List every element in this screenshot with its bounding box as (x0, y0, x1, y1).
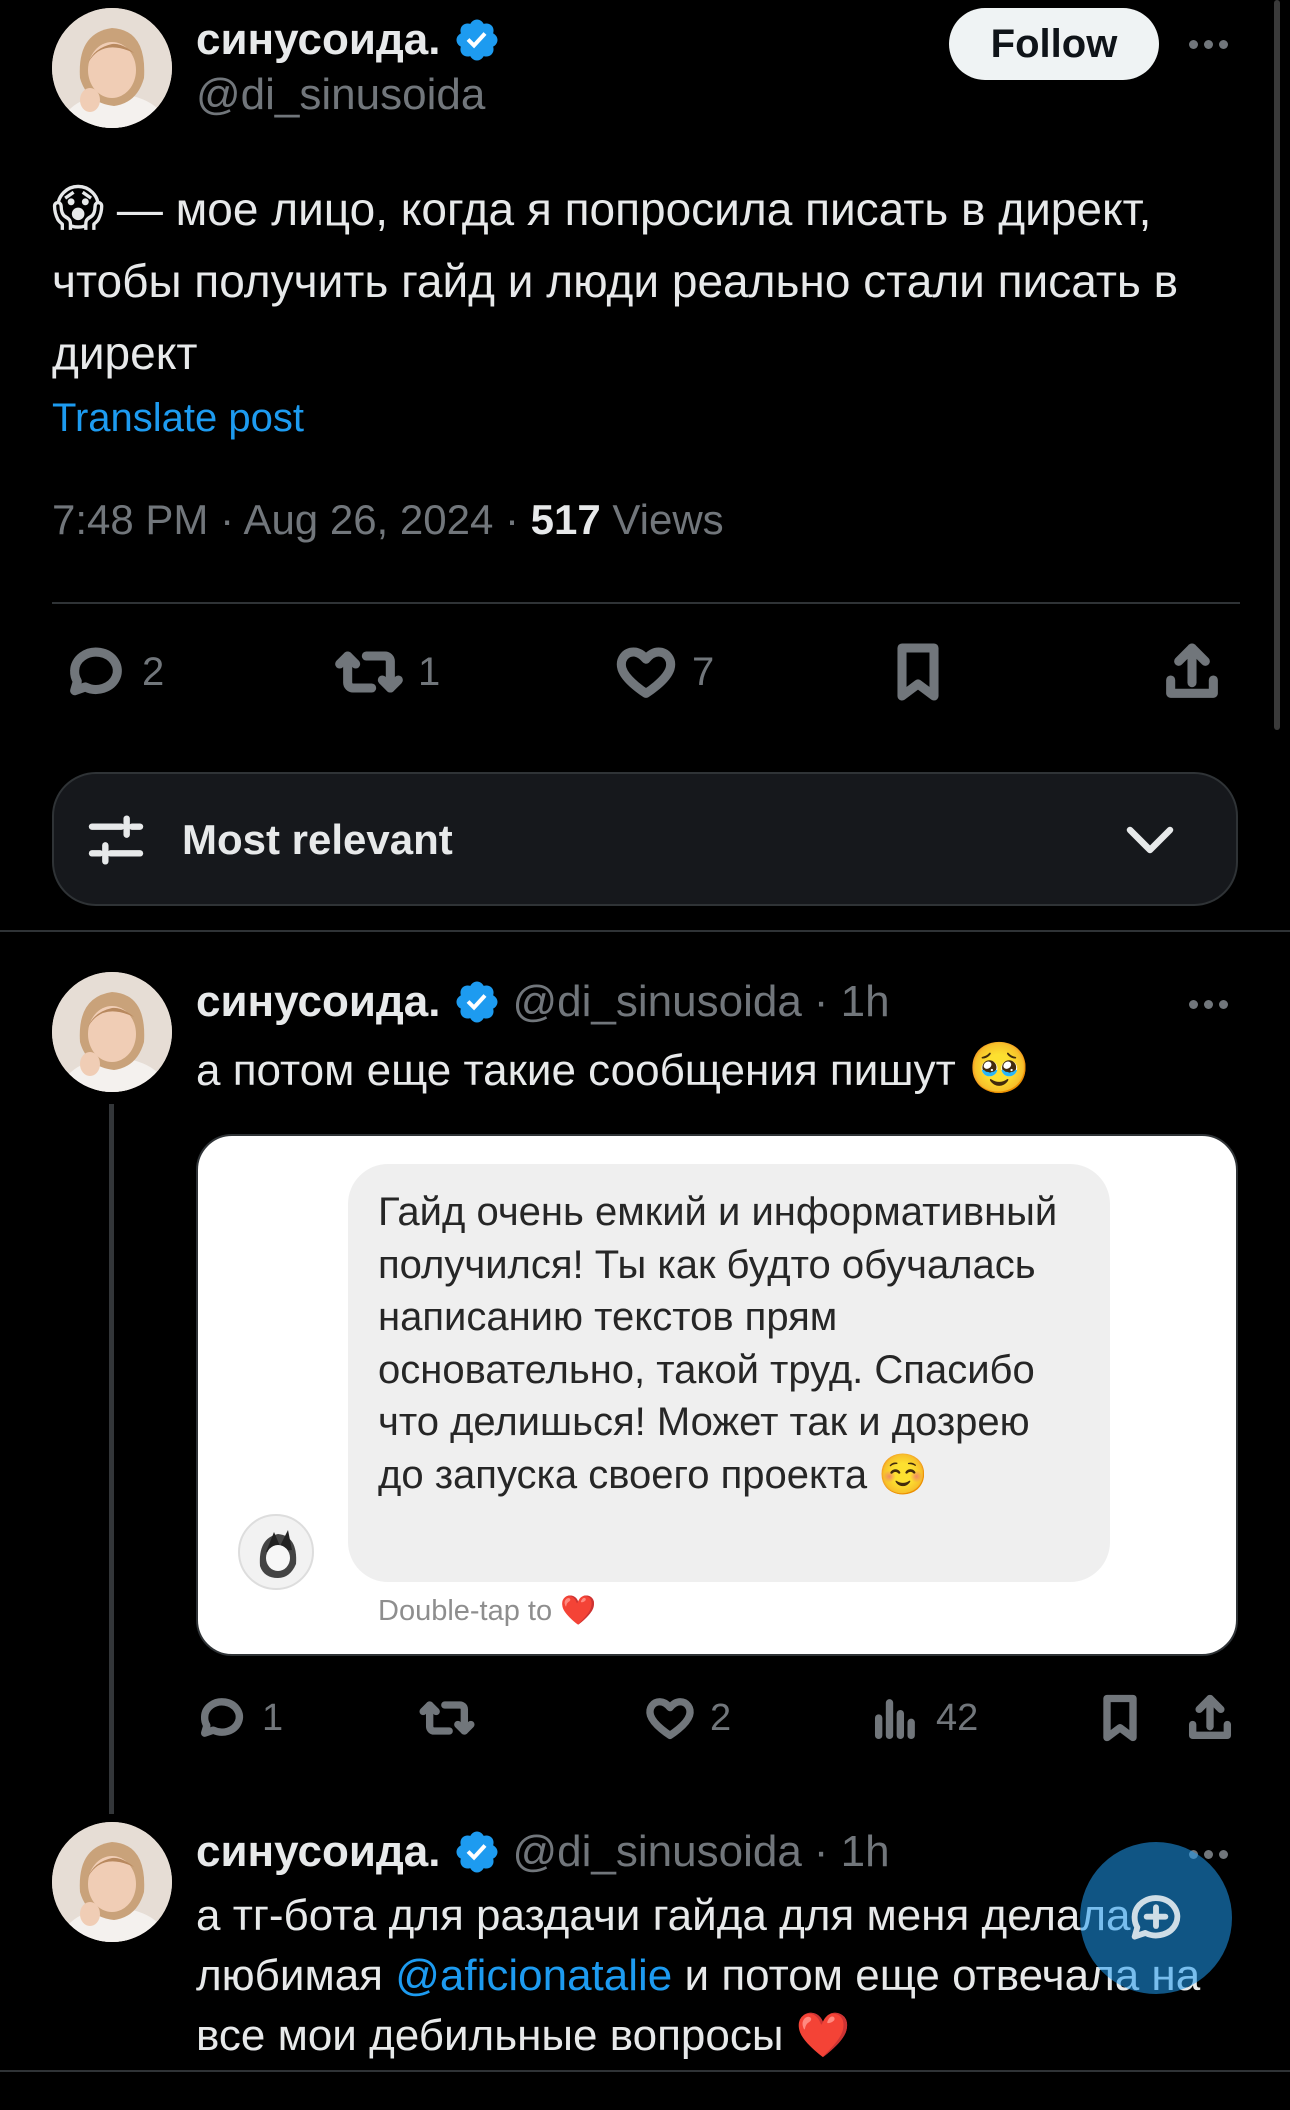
more-options-icon[interactable] (1186, 36, 1231, 54)
divider (52, 602, 1240, 604)
reply-count: 2 (142, 649, 165, 694)
repost-icon (419, 1701, 475, 1735)
share-button[interactable] (1160, 640, 1224, 704)
repost-count: 1 (418, 649, 441, 694)
views-label: Views (612, 496, 724, 543)
share-icon (1166, 643, 1218, 698)
post-text: 😱 — мое лицо, когда я попросила писать в… (52, 172, 1232, 389)
sender-avatar (238, 1514, 314, 1590)
message-text: Гайд очень емкий и информативный получил… (378, 1190, 1058, 1497)
double-tap-hint: Double-tap to ❤️ (378, 1594, 596, 1628)
author-name[interactable]: синусоида. (196, 15, 441, 65)
views-count: 517 (530, 496, 601, 543)
post-meta: 7:48 PM · Aug 26, 2024 · 517 Views (52, 496, 724, 543)
reply-text: а потом еще такие сообщения пишут 🥹 (196, 1036, 1030, 1103)
follow-button[interactable]: Follow (949, 8, 1159, 80)
author-avatar[interactable] (52, 8, 172, 128)
post-body: — мое лицо, когда я попросила писать в д… (52, 183, 1179, 379)
reply-emoji: ❤️ (795, 2011, 851, 2060)
repost-button[interactable]: 1 (334, 640, 440, 704)
mention-link[interactable]: @aficionatalie (395, 1951, 672, 2000)
chevron-down-icon (1126, 826, 1174, 854)
message-emoji: ☺️ (878, 1452, 928, 1497)
attached-image[interactable]: Гайд очень емкий и информативный получил… (196, 1134, 1238, 1656)
author-handle: @di_sinusoida (196, 70, 486, 119)
post-emoji: 😱 (52, 180, 105, 236)
reply-header: синусоида. @di_sinusoida · 1h (196, 1822, 890, 1882)
follow-label: Follow (990, 21, 1118, 66)
author-info: синусоида. @di_sinusoida (196, 12, 501, 120)
like-count: 7 (692, 649, 715, 694)
repost-button[interactable] (418, 1692, 490, 1744)
reply-actions: 1 2 42 (0, 1692, 1290, 1752)
reply-icon (70, 647, 122, 696)
post-date[interactable]: Aug 26, 2024 (243, 496, 493, 543)
reply-button[interactable]: 1 (196, 1692, 283, 1744)
sliders-icon (88, 815, 144, 865)
like-button[interactable]: 2 (644, 1692, 731, 1744)
views-button[interactable]: 42 (870, 1692, 978, 1744)
reply-button[interactable]: 2 (64, 640, 164, 704)
heart-icon (646, 1698, 694, 1740)
verified-badge-icon (456, 1831, 497, 1873)
post-time[interactable]: 7:48 PM (52, 496, 208, 543)
like-button[interactable]: 7 (614, 640, 714, 704)
post-actions: 2 1 7 (0, 640, 1290, 710)
sort-label: Most relevant (182, 816, 453, 863)
like-count: 2 (710, 1696, 732, 1739)
reply-author-name[interactable]: синусоида. (196, 1827, 441, 1877)
bookmark-button[interactable] (886, 640, 950, 704)
hint-text: Double-tap to (378, 1595, 553, 1627)
reply-time[interactable]: · 1h (814, 977, 890, 1027)
scrollbar[interactable] (1274, 0, 1280, 730)
bar-chart-icon (874, 1699, 915, 1740)
share-icon (1188, 1694, 1232, 1740)
translate-post-link[interactable]: Translate post (52, 396, 304, 441)
divider (0, 2070, 1290, 2072)
verified-badge-icon (456, 981, 497, 1023)
reply-icon (200, 1698, 243, 1737)
message-bubble: Гайд очень емкий и информативный получил… (348, 1164, 1110, 1582)
reply-avatar[interactable] (52, 1822, 172, 1942)
compose-reply-fab[interactable] (1080, 1842, 1232, 1994)
reply-body: а потом еще такие сообщения пишут (196, 1046, 956, 1095)
bookmark-button[interactable] (1094, 1692, 1146, 1744)
verified-badge-icon (456, 19, 497, 61)
sort-dropdown[interactable]: Most relevant (52, 772, 1238, 906)
views-count: 42 (936, 1696, 979, 1739)
heart-icon (616, 647, 676, 698)
reply-emoji: 🥹 (968, 1040, 1031, 1096)
compose-reply-icon (1131, 1895, 1181, 1940)
share-button[interactable] (1184, 1692, 1236, 1744)
more-options-icon[interactable] (1186, 996, 1231, 1014)
reply-count: 1 (262, 1696, 284, 1739)
reply-time[interactable]: · 1h (814, 1827, 890, 1877)
reply-author-handle: @di_sinusoida (512, 977, 802, 1026)
divider (0, 930, 1290, 932)
repost-icon (335, 651, 403, 693)
reply-avatar[interactable] (52, 972, 172, 1092)
reply-header: синусоида. @di_sinusoida · 1h (196, 972, 890, 1032)
reply-author-handle: @di_sinusoida (512, 1827, 802, 1876)
heart-emoji-icon: ❤️ (560, 1595, 597, 1627)
bookmark-icon (1103, 1694, 1137, 1742)
bookmark-icon (897, 643, 939, 701)
reply-author-name[interactable]: синусоида. (196, 977, 441, 1027)
